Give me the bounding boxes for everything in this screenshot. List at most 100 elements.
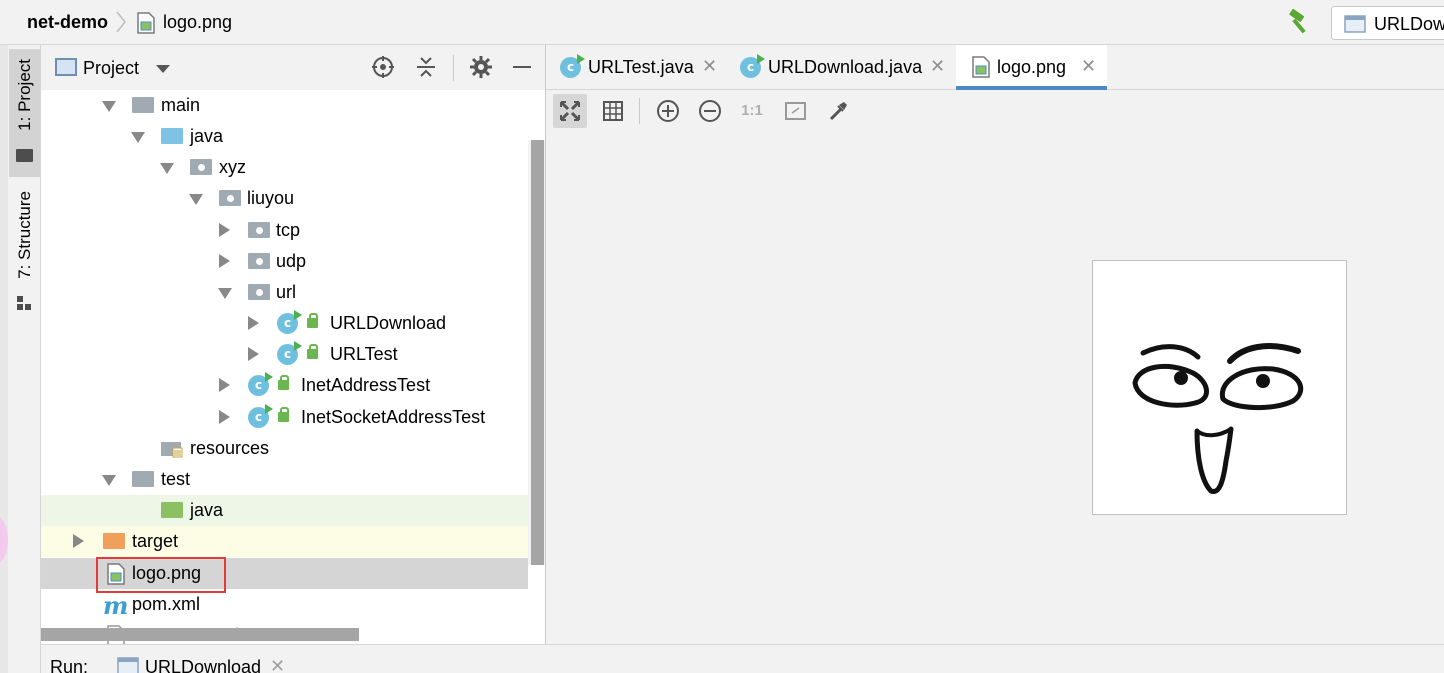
horizontal-scrollbar-thumb[interactable] bbox=[41, 628, 359, 641]
tree-node-label: java bbox=[190, 500, 224, 520]
run-config-icon bbox=[117, 657, 139, 673]
collapsed-arrow-icon[interactable] bbox=[248, 347, 259, 361]
tree-node-label: target bbox=[132, 531, 179, 551]
lock-icon bbox=[307, 344, 318, 359]
grid-icon[interactable] bbox=[596, 94, 630, 128]
collapse-all-icon[interactable] bbox=[415, 55, 437, 79]
tree-node-main[interactable]: main bbox=[41, 90, 528, 121]
tree-node-liuyou[interactable]: liuyou bbox=[41, 183, 528, 214]
expanded-arrow-icon[interactable] bbox=[131, 132, 145, 143]
expanded-arrow-icon[interactable] bbox=[160, 163, 174, 174]
tree-node-pom-xml[interactable]: m pom.xml bbox=[41, 589, 528, 620]
tool-window-structure[interactable]: 7: Structure bbox=[9, 185, 40, 315]
java-class-icon: c bbox=[560, 54, 585, 78]
collapsed-arrow-icon[interactable] bbox=[219, 410, 230, 424]
tree-node-target[interactable]: target bbox=[41, 526, 528, 557]
tree-node-java-source[interactable]: java bbox=[41, 121, 528, 152]
tab-urldownload-java[interactable]: c URLDownload.java ✕ bbox=[726, 45, 956, 90]
folder-icon bbox=[132, 471, 154, 487]
java-class-icon: c bbox=[248, 404, 273, 428]
excluded-folder-icon bbox=[103, 533, 125, 549]
tool-window-project[interactable]: 1: Project bbox=[9, 49, 40, 177]
lock-icon bbox=[278, 407, 289, 422]
package-icon bbox=[248, 284, 270, 300]
tab-logo-png[interactable]: logo.png ✕ bbox=[956, 45, 1107, 90]
zoom-out-icon[interactable] bbox=[693, 94, 727, 128]
toolbar-separator bbox=[639, 98, 640, 124]
expanded-arrow-icon[interactable] bbox=[102, 475, 116, 486]
tree-node-label: test bbox=[161, 469, 191, 489]
java-class-icon: c bbox=[740, 54, 765, 78]
tree-node-label: java bbox=[190, 126, 224, 146]
tree-node-test[interactable]: test bbox=[41, 464, 528, 495]
tree-node-inetaddresstest[interactable]: c InetAddressTest bbox=[41, 370, 528, 401]
run-label: Run: bbox=[50, 657, 89, 673]
build-hammer-icon[interactable] bbox=[1287, 9, 1313, 35]
collapsed-arrow-icon[interactable] bbox=[73, 534, 84, 548]
collapsed-arrow-icon[interactable] bbox=[219, 254, 230, 268]
run-configuration-selector[interactable]: URLDownload bbox=[1331, 6, 1444, 40]
breadcrumb-file[interactable]: logo.png bbox=[163, 12, 232, 33]
face-drawing bbox=[1132, 343, 1304, 494]
expanded-arrow-icon[interactable] bbox=[189, 194, 203, 205]
close-icon[interactable]: ✕ bbox=[930, 56, 945, 77]
breadcrumb-separator-icon bbox=[116, 11, 126, 33]
tree-node-xyz[interactable]: xyz bbox=[41, 152, 528, 183]
tab-label: URLDownload.java bbox=[768, 57, 923, 77]
project-panel: Project main java xyz liuyou tcp udp url… bbox=[41, 45, 546, 645]
collapsed-arrow-icon[interactable] bbox=[219, 223, 230, 237]
tree-node-urldownload[interactable]: c URLDownload bbox=[41, 308, 528, 339]
tab-label: URLTest.java bbox=[588, 57, 694, 77]
project-panel-header: Project bbox=[41, 45, 545, 90]
tree-node-label: pom.xml bbox=[132, 594, 201, 614]
folder-icon bbox=[132, 97, 154, 113]
package-icon bbox=[219, 190, 241, 206]
tree-node-inetsocketaddresstest[interactable]: c InetSocketAddressTest bbox=[41, 402, 528, 433]
locate-icon[interactable] bbox=[371, 55, 395, 79]
tool-window-structure-label: 7: Structure bbox=[15, 191, 34, 279]
package-icon bbox=[190, 159, 212, 175]
image-preview bbox=[1092, 260, 1347, 515]
tree-node-java-test[interactable]: java bbox=[41, 495, 528, 526]
close-icon[interactable]: ✕ bbox=[270, 656, 285, 673]
tree-node-label: liuyou bbox=[247, 188, 295, 208]
collapsed-arrow-icon[interactable] bbox=[219, 378, 230, 392]
tree-node-label: URLTest bbox=[330, 344, 398, 364]
project-view-title[interactable]: Project bbox=[83, 58, 139, 79]
color-picker-icon[interactable] bbox=[821, 94, 855, 128]
tree-node-tcp[interactable]: tcp bbox=[41, 215, 528, 246]
tree-node-label: InetSocketAddressTest bbox=[301, 407, 486, 427]
test-folder-icon bbox=[161, 502, 183, 518]
breadcrumb-project[interactable]: net-demo bbox=[27, 12, 108, 33]
close-icon[interactable]: ✕ bbox=[1081, 56, 1096, 77]
scrollbar-thumb[interactable] bbox=[531, 140, 544, 565]
gear-icon[interactable] bbox=[469, 55, 493, 79]
minimize-icon[interactable] bbox=[511, 55, 533, 79]
run-tab-label[interactable]: URLDownload bbox=[145, 657, 261, 673]
run-config-icon bbox=[1344, 15, 1366, 33]
expanded-arrow-icon[interactable] bbox=[218, 288, 232, 299]
run-tool-window-bar: Run: URLDownload ✕ bbox=[41, 644, 1444, 673]
strip-edge bbox=[0, 45, 8, 673]
close-icon[interactable]: ✕ bbox=[702, 56, 717, 77]
collapsed-arrow-icon[interactable] bbox=[248, 316, 259, 330]
fit-zoom-icon[interactable] bbox=[553, 94, 587, 128]
run-config-label: URLDownload bbox=[1374, 14, 1444, 34]
tree-node-url[interactable]: url bbox=[41, 277, 528, 308]
chessboard-icon[interactable] bbox=[778, 94, 812, 128]
chevron-down-icon[interactable] bbox=[156, 65, 170, 73]
tree-node-resources[interactable]: resources bbox=[41, 433, 528, 464]
expanded-arrow-icon[interactable] bbox=[102, 101, 116, 112]
tree-node-udp[interactable]: udp bbox=[41, 246, 528, 277]
folder-icon bbox=[16, 149, 33, 162]
java-class-icon: c bbox=[277, 341, 302, 365]
tree-node-urltest[interactable]: c URLTest bbox=[41, 339, 528, 370]
actual-size-icon[interactable]: 1:1 bbox=[735, 94, 769, 128]
tree-node-label: resources bbox=[190, 438, 270, 458]
java-class-icon: c bbox=[277, 310, 302, 334]
vertical-scrollbar[interactable] bbox=[528, 140, 545, 565]
zoom-in-icon[interactable] bbox=[651, 94, 685, 128]
image-file-icon bbox=[137, 12, 155, 34]
tab-urltest-java[interactable]: c URLTest.java ✕ bbox=[546, 45, 726, 90]
image-canvas bbox=[546, 132, 1444, 644]
